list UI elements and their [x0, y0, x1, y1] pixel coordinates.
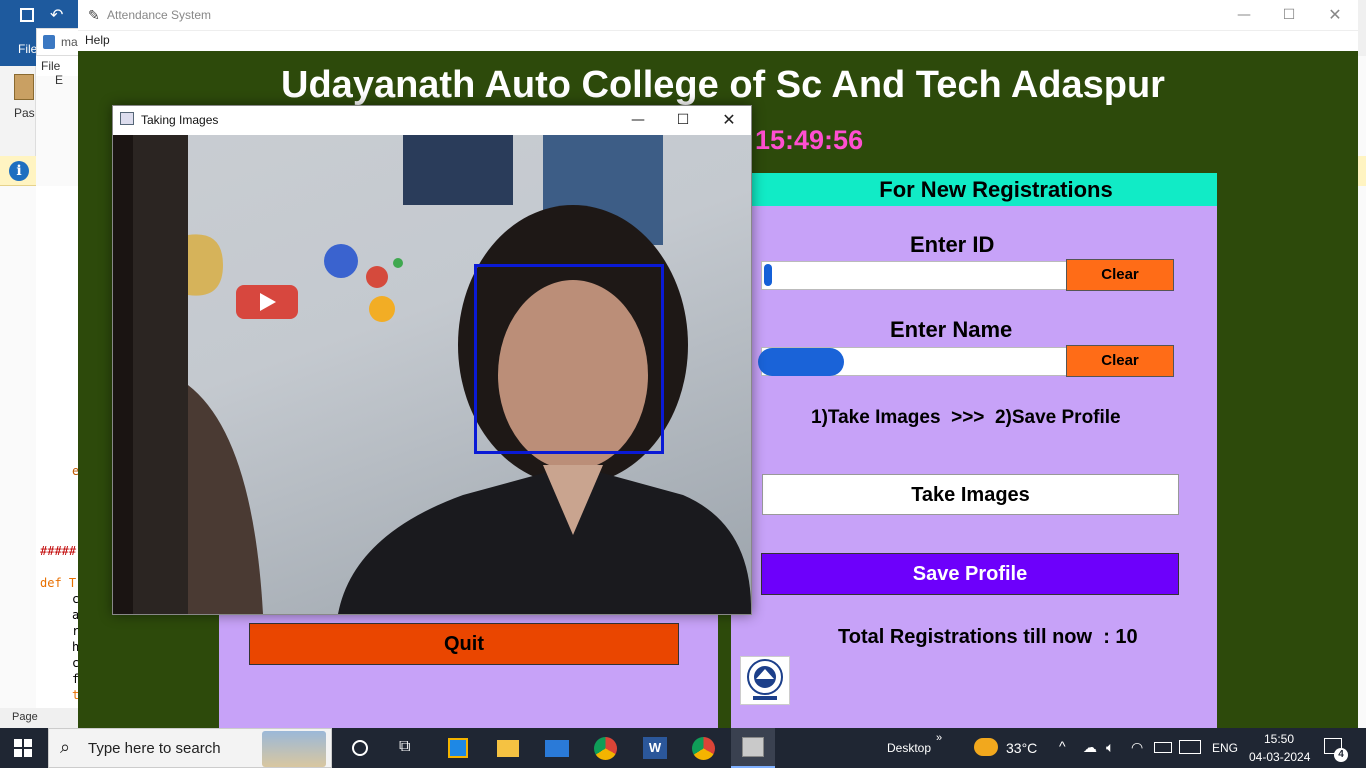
code-line: ##### — [40, 544, 77, 558]
redaction-mark — [758, 348, 844, 376]
minimize-button[interactable]: — — [1221, 0, 1267, 30]
clock-display: 15:49:56 — [755, 125, 864, 155]
clipboard-icon — [14, 74, 34, 100]
clear-id-button[interactable]: Clear — [1066, 259, 1174, 291]
battery-icon[interactable] — [1154, 742, 1172, 753]
cortana-icon[interactable] — [352, 740, 368, 756]
paste-button[interactable]: Pas — [0, 66, 36, 156]
ribbon-tab-file[interactable]: File — [0, 32, 37, 66]
feather-icon: ✎ — [88, 7, 100, 23]
store-icon[interactable] — [448, 738, 468, 758]
face-detection-box — [474, 264, 664, 454]
chrome-icon[interactable] — [692, 737, 715, 760]
temperature[interactable]: 33°C — [1006, 740, 1037, 756]
task-view-icon[interactable]: ⧉ — [399, 738, 410, 756]
steps-instruction: 1)Take Images >>> 2)Save Profile — [811, 407, 1121, 428]
camera-close-button[interactable]: ✕ — [706, 105, 752, 135]
python-app-icon — [742, 737, 764, 757]
menu-file[interactable]: File — [41, 59, 60, 73]
paste-label: Pas — [14, 106, 35, 120]
enter-name-label: Enter Name — [890, 317, 1013, 342]
save-icon[interactable] — [20, 8, 34, 22]
editor-menubar: File E — [36, 56, 80, 87]
window-app-icon — [120, 112, 134, 125]
code-line: def T — [40, 576, 77, 590]
info-bar-edge — [1358, 156, 1366, 186]
registration-header: For New Registrations — [731, 173, 1217, 206]
college-logo — [740, 656, 790, 705]
clock-date[interactable]: 04-03-2024 — [1249, 750, 1310, 764]
search-icon: ⌕ — [60, 737, 71, 757]
keyboard-icon[interactable] — [1179, 740, 1201, 754]
college-heading: Udayanath Auto College of Sc And Tech Ad… — [281, 64, 1165, 106]
search-placeholder: Type here to search — [88, 740, 221, 757]
clear-name-button[interactable]: Clear — [1066, 345, 1174, 377]
chrome-icon[interactable] — [594, 737, 617, 760]
info-icon: i — [9, 161, 29, 181]
wifi-icon[interactable]: ◠ — [1131, 739, 1143, 756]
editor-status: Page — [0, 708, 80, 728]
editor-tab[interactable]: ma — [36, 28, 80, 56]
id-input[interactable] — [761, 261, 1067, 290]
menu-help[interactable]: Help — [85, 33, 110, 47]
main-titlebar[interactable] — [78, 0, 1358, 31]
file-explorer-icon[interactable] — [497, 740, 519, 757]
maximize-button[interactable]: ☐ — [1266, 0, 1312, 30]
window-title: Attendance System — [107, 8, 212, 22]
quit-button[interactable]: Quit — [249, 623, 679, 665]
save-profile-button[interactable]: Save Profile — [761, 553, 1179, 595]
search-highlight-image — [262, 731, 326, 767]
python-app-taskbar-button[interactable] — [731, 728, 775, 768]
camera-minimize-button[interactable]: — — [615, 105, 661, 135]
desktop-toolbar[interactable]: Desktop — [887, 741, 931, 755]
notification-badge: 4 — [1334, 748, 1348, 762]
chevron-up-icon[interactable]: ^ — [1059, 738, 1066, 754]
undo-icon[interactable]: ↶ — [50, 5, 63, 25]
cloud-icon[interactable]: ☁ — [1083, 739, 1097, 756]
close-button[interactable]: ✕ — [1312, 0, 1358, 30]
menu-edit[interactable]: E — [55, 73, 63, 87]
language-indicator[interactable]: ENG — [1212, 741, 1238, 755]
camera-window-title: Taking Images — [141, 113, 219, 127]
camera-maximize-button[interactable]: ☐ — [660, 105, 706, 135]
mail-icon[interactable] — [545, 740, 569, 757]
volume-icon[interactable]: 🔈︎ — [1106, 739, 1114, 756]
editor-tab-label: ma — [61, 35, 78, 49]
total-registrations: Total Registrations till now : 10 — [838, 626, 1138, 648]
weather-icon[interactable] — [974, 738, 998, 756]
clock-time[interactable]: 15:50 — [1264, 732, 1294, 746]
take-images-button[interactable]: Take Images — [762, 474, 1179, 515]
redaction-mark — [764, 264, 772, 286]
enter-id-label: Enter ID — [910, 232, 995, 257]
code-editor[interactable]: e ##### def T c a r h c f t — [36, 186, 80, 708]
main-menubar — [78, 31, 1358, 51]
chevron-right-icon[interactable]: » — [936, 732, 942, 744]
word-icon[interactable]: W — [643, 737, 667, 759]
windows-start-icon[interactable] — [14, 739, 32, 757]
python-file-icon — [43, 35, 55, 49]
